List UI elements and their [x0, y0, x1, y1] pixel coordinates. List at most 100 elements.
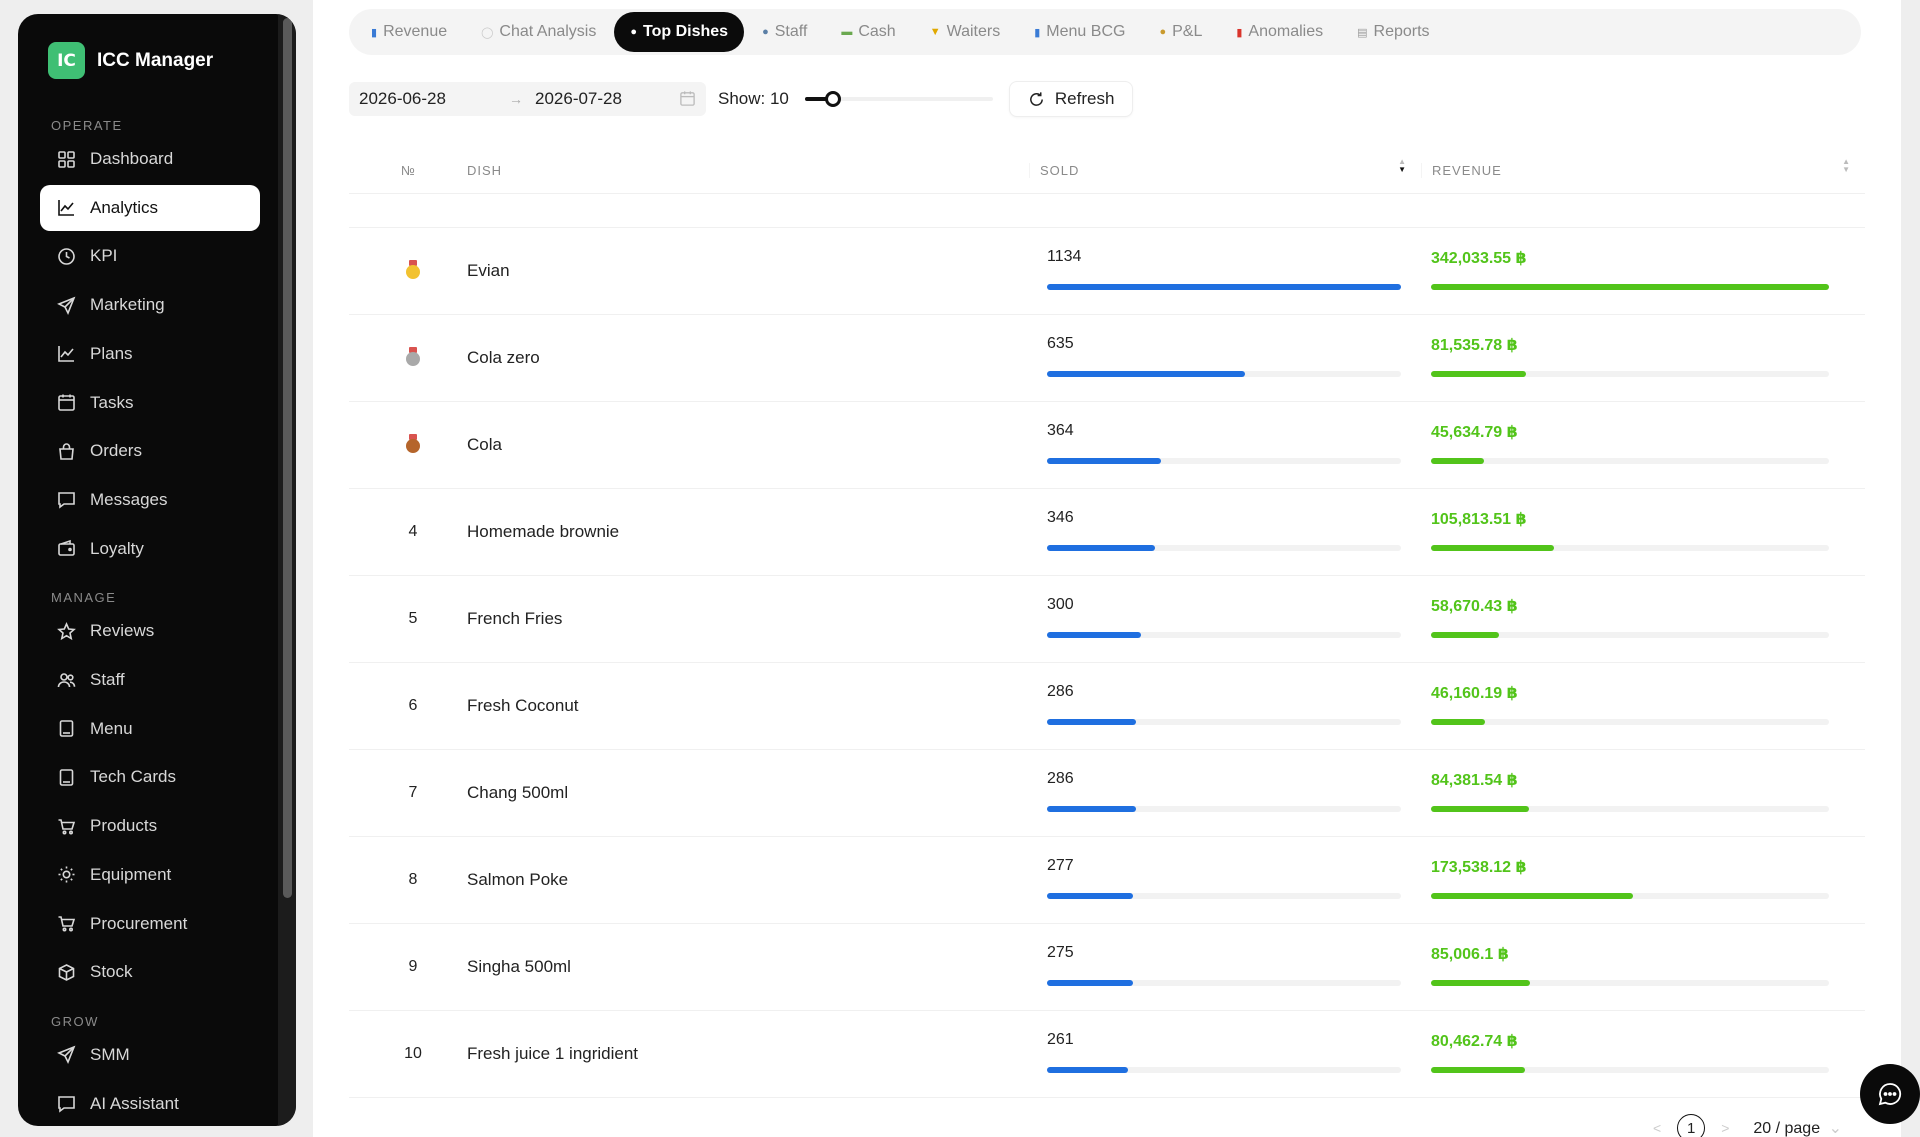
current-page-button[interactable]: 1 — [1677, 1114, 1706, 1137]
calendar-icon[interactable] — [679, 90, 696, 107]
sidebar-item-smm[interactable]: SMM — [40, 1032, 260, 1078]
cart-icon — [56, 914, 76, 934]
table-row[interactable]: 6 Fresh Coconut 286 46,160.19 ฿ — [349, 663, 1865, 750]
sidebar-item-analytics[interactable]: Analytics — [40, 184, 260, 231]
sidebar-item-staff[interactable]: Staff — [40, 657, 260, 703]
sidebar-scrollbar[interactable] — [278, 14, 296, 1126]
revenue-bar-track — [1431, 805, 1829, 812]
tab-label: Chat Analysis — [499, 23, 597, 40]
tab-staff[interactable]: ● Staff — [746, 12, 823, 52]
book-icon — [56, 767, 76, 787]
sidebar-item-stock[interactable]: Stock — [40, 949, 260, 995]
wallet-icon — [56, 539, 76, 559]
chat-support-button[interactable] — [1860, 1064, 1920, 1124]
sidebar-item-messages[interactable]: Messages — [40, 477, 260, 523]
sold-value: 286 — [1047, 682, 1074, 700]
tab-anomalies[interactable]: ▮ Anomalies — [1220, 12, 1339, 52]
sidebar-item-label: Messages — [90, 489, 168, 509]
table-row[interactable]: 4 Homemade brownie 346 105,813.51 ฿ — [349, 489, 1865, 576]
sidebar-item-equipment[interactable]: Equipment — [40, 852, 260, 898]
table-row[interactable]: 10 Fresh juice 1 ingridient 261 80,462.74 ฿ — [349, 1011, 1865, 1098]
sidebar-item-dashboard[interactable]: Dashboard — [40, 136, 260, 182]
sidebar-item-plans[interactable]: Plans — [40, 331, 260, 377]
sold-bar-track — [1047, 631, 1401, 638]
sidebar-item-kpi[interactable]: KPI — [40, 233, 260, 279]
tab-revenue[interactable]: ▮ Revenue — [355, 12, 463, 52]
table-row[interactable]: Cola zero 635 81,535.78 ฿ — [349, 315, 1865, 402]
sold-bar-track — [1047, 457, 1401, 464]
table-row[interactable]: Cola 364 45,634.79 ฿ — [349, 402, 1865, 489]
brand[interactable]: IC ICC Manager — [48, 42, 213, 79]
sold-sort-icon[interactable]: ▲ ▼ — [1398, 158, 1407, 174]
sidebar-item-procurement[interactable]: Procurement — [40, 901, 260, 947]
table-row[interactable]: 5 French Fries 300 58,670.43 ฿ — [349, 576, 1865, 663]
prev-page-button[interactable]: < — [1653, 1120, 1661, 1136]
tab-reports[interactable]: ▤ Reports — [1341, 12, 1445, 52]
dish-name: Fresh juice 1 ingridient — [467, 1044, 639, 1063]
tab-cash[interactable]: ▬ Cash — [825, 12, 911, 52]
revenue-sort-icon[interactable]: ▲ ▼ — [1842, 158, 1851, 174]
sidebar-item-orders[interactable]: Orders — [40, 428, 260, 474]
show-count-slider[interactable] — [804, 89, 993, 109]
table-row[interactable]: 9 Singha 500ml 275 85,006.1 ฿ — [349, 924, 1865, 1011]
app-name: ICC Manager — [97, 49, 214, 71]
sidebar-item-label: Loyalty — [90, 538, 144, 558]
header-sold[interactable]: SOLD ▲ ▼ — [1029, 158, 1421, 178]
users-icon — [56, 670, 76, 690]
dish-name: Fresh Coconut — [467, 696, 579, 715]
sidebar-item-tech-cards[interactable]: Tech Cards — [40, 754, 260, 800]
sold-cell: 275 — [1029, 924, 1421, 1011]
sidebar-scrollbar-thumb[interactable] — [283, 18, 292, 898]
tab-p-l[interactable]: ● P&L — [1143, 12, 1218, 52]
sidebar-item-loyalty[interactable]: Loyalty — [40, 526, 260, 572]
revenue-cell: 58,670.43 ฿ — [1421, 576, 1865, 663]
header-revenue[interactable]: REVENUE ▲ ▼ — [1421, 158, 1865, 178]
rank-number: 8 — [408, 871, 418, 888]
tab-label: Revenue — [383, 23, 448, 40]
sidebar-item-menu[interactable]: Menu — [40, 706, 260, 752]
revenue-cell: 105,813.51 ฿ — [1421, 489, 1865, 576]
sidebar-item-label: Staff — [90, 670, 125, 689]
message-icon — [56, 1094, 76, 1114]
tab-top-dishes[interactable]: ● Top Dishes — [614, 12, 745, 52]
table-row[interactable]: 7 Chang 500ml 286 84,381.54 ฿ — [349, 750, 1865, 837]
sold-cell: 286 — [1029, 750, 1421, 837]
rank-number: 6 — [408, 697, 418, 714]
app-logo: IC — [48, 42, 85, 79]
date-end-input[interactable]: 2026-07-28 — [535, 89, 675, 109]
page-size-select[interactable]: 20 / page ⌄ — [1753, 1118, 1842, 1137]
slider-handle[interactable] — [825, 91, 842, 107]
bar-chart-icon: ▮ — [1034, 26, 1041, 39]
dish-name: Singha 500ml — [467, 957, 571, 976]
refresh-button[interactable]: Refresh — [1008, 81, 1134, 117]
revenue-bar-fill — [1431, 370, 1526, 377]
sidebar-item-ai-assistant[interactable]: AI Assistant — [40, 1081, 260, 1126]
tab-label: Menu BCG — [1046, 23, 1126, 40]
table-row[interactable]: 8 Salmon Poke 277 173,538.12 ฿ — [349, 837, 1865, 924]
table-row[interactable]: Evian 1134 342,033.55 ฿ — [349, 228, 1865, 315]
rank-number: 4 — [408, 523, 418, 540]
date-range-picker[interactable]: 2026-06-28 → 2026-07-28 — [349, 82, 706, 116]
sidebar-item-products[interactable]: Products — [40, 803, 260, 849]
bag-icon — [56, 441, 76, 461]
sold-cell: 635 — [1029, 315, 1421, 402]
refresh-icon — [1029, 91, 1043, 106]
tab-menu-bcg[interactable]: ▮ Menu BCG — [1018, 12, 1141, 52]
sidebar-item-tasks[interactable]: Tasks — [40, 380, 260, 426]
sidebar-item-label: Plans — [90, 343, 133, 363]
dish-name: French Fries — [467, 609, 563, 628]
table-header: № DISH SOLD ▲ ▼ REVENUE ▲ ▼ — [349, 148, 1865, 194]
revenue-bar-track — [1431, 1066, 1829, 1073]
tab-chat-analysis[interactable]: ◯ Chat Analysis — [465, 12, 612, 52]
document-icon: ▤ — [1357, 26, 1368, 39]
plate-icon: ● — [630, 26, 638, 38]
revenue-value: 85,006.1 ฿ — [1431, 945, 1509, 963]
sidebar-item-reviews[interactable]: Reviews — [40, 608, 260, 654]
sold-bar-fill — [1047, 544, 1155, 551]
date-start-input[interactable]: 2026-06-28 — [359, 89, 509, 109]
speech-bubble-icon: ◯ — [481, 26, 494, 39]
next-page-button[interactable]: > — [1721, 1120, 1729, 1136]
tab-waiters[interactable]: ▼ Waiters — [914, 12, 1017, 52]
revenue-bar-fill — [1431, 892, 1633, 899]
sidebar-item-marketing[interactable]: Marketing — [40, 282, 260, 328]
